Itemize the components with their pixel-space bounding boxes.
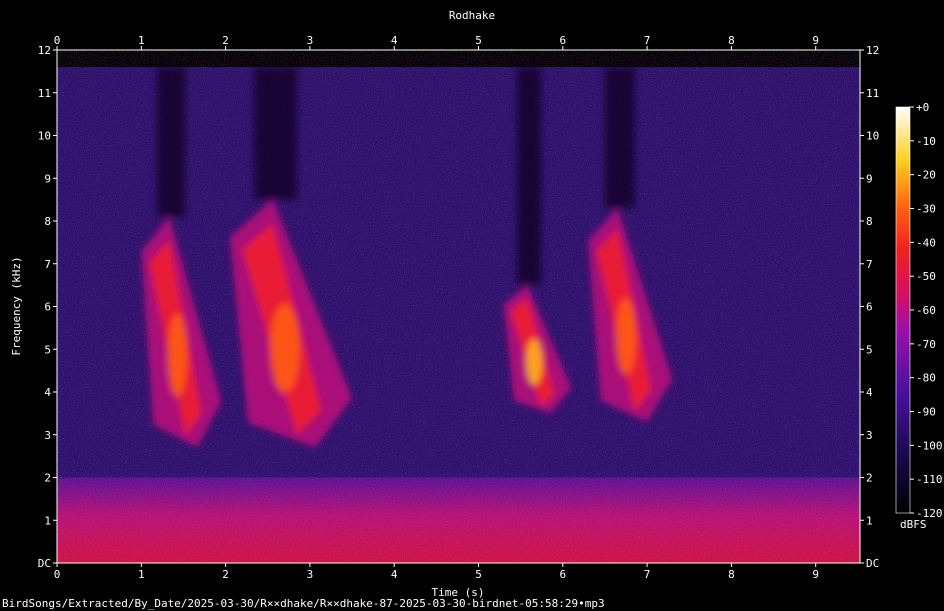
x-tick-label-top: 7 [644,34,651,47]
file-path-caption: BirdSongs/Extracted/By_Date/2025-03-30/R… [2,597,605,610]
colorbar-tick-label: -30 [916,203,936,216]
y-tick-label-right: 10 [866,130,879,143]
colorbar-tick-label: -70 [916,338,936,351]
y-tick-label-right: 8 [866,215,873,228]
y-tick-label-right: 5 [866,343,873,356]
call-shadow [254,67,298,200]
spectrogram-chart: 00112233445566778899DC DC1 12 23 34 45 56 67 78 8… [10,34,943,599]
x-tick-label-top: 2 [222,34,229,47]
x-tick-label-top: 5 [475,34,482,47]
call-shadow [604,67,635,209]
colorbar [895,106,911,514]
colorbar-tick-label: -50 [916,270,936,283]
colorbar-tick-label: -10 [916,135,936,148]
y-tick-label: 12 [38,44,51,57]
colorbar-tick-label: -110 [916,473,943,486]
x-tick-label: 2 [222,568,229,581]
call-peak [167,313,187,397]
call-shadow [157,67,186,217]
x-tick-label-top: 6 [559,34,566,47]
y-tick-label: 6 [44,301,51,314]
y-tick-label-right: 12 [866,44,879,57]
colorbar-tick-label: -40 [916,236,936,249]
x-tick-label: 0 [54,568,61,581]
y-axis-label: Frequency (kHz) [10,256,23,355]
y-tick-label-right: 6 [866,301,873,314]
colorbar-tick-label: -60 [916,304,936,317]
y-tick-label: 5 [44,343,51,356]
x-tick-label-top: 4 [391,34,398,47]
y-tick-label-right: 2 [866,472,873,485]
y-tick-label: 1 [44,514,51,527]
call-peak [270,303,300,394]
x-tick-label: 4 [391,568,398,581]
colorbar-tick-label: -100 [916,439,943,452]
x-tick-label-top: 9 [812,34,819,47]
y-tick-label: 11 [38,87,51,100]
y-tick-label-right: 7 [866,258,873,271]
y-tick-label: 7 [44,258,51,271]
colorbar-tick-label: -90 [916,406,936,419]
y-tick-label: 2 [44,472,51,485]
colorbar-tick-label: +0 [916,101,929,114]
colorbar-tick-label: -80 [916,372,936,385]
y-tick-label-right: 1 [866,514,873,527]
x-tick-label: 1 [138,568,145,581]
x-tick-label: 5 [475,568,482,581]
x-tick-label-top: 1 [138,34,145,47]
y-tick-label: 9 [44,172,51,185]
x-tick-label-top: 8 [728,34,735,47]
call-peak [526,338,543,386]
y-tick-label: 3 [44,429,51,442]
y-tick-label: DC [38,557,51,570]
y-tick-label: 10 [38,130,51,143]
x-tick-label: 3 [307,568,314,581]
call-peak [615,297,637,375]
colorbar-unit-label: dBFS [900,518,927,531]
x-tick-label-top: 3 [307,34,314,47]
x-tick-label: 7 [644,568,651,581]
y-tick-label-right: 4 [866,386,873,399]
x-tick-label: 8 [728,568,735,581]
x-tick-label-top: 0 [54,34,61,47]
call-shadow [517,67,541,286]
y-tick-label: 4 [44,386,51,399]
y-tick-label-right: DC [866,557,879,570]
y-tick-label: 8 [44,215,51,228]
x-tick-label: 6 [559,568,566,581]
y-tick-label-right: 3 [866,429,873,442]
colorbar-tick-label: -20 [916,169,936,182]
y-tick-label-right: 11 [866,87,879,100]
y-tick-label-right: 9 [866,172,873,185]
x-tick-label: 9 [812,568,819,581]
